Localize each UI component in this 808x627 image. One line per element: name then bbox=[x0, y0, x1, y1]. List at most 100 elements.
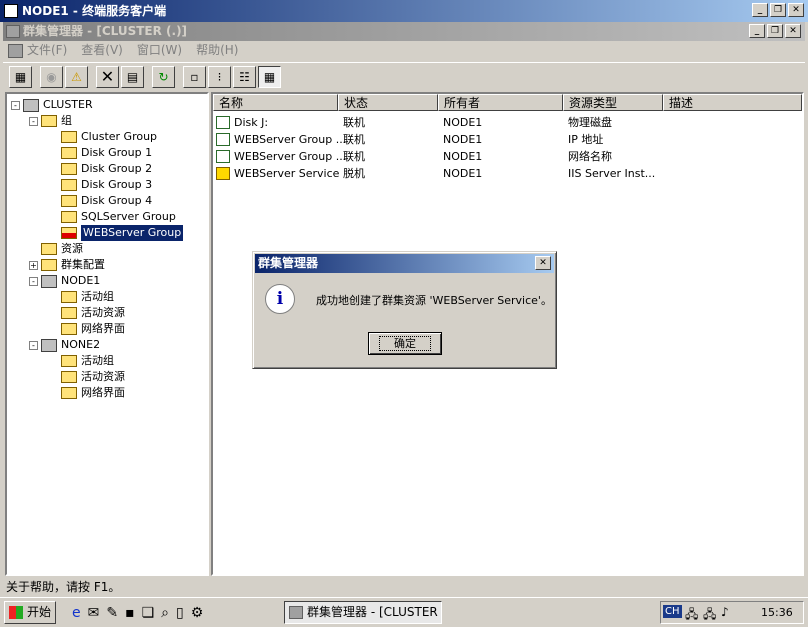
calculator-icon[interactable]: ▯ bbox=[176, 605, 184, 621]
tree-item[interactable]: 网络界面 bbox=[61, 385, 125, 401]
tree-expander[interactable]: - bbox=[11, 101, 20, 110]
tree-item[interactable]: WEBServer Group bbox=[61, 225, 184, 241]
connect-button[interactable]: ▦ bbox=[9, 65, 32, 88]
folder-icon bbox=[61, 387, 77, 399]
tree-item-label: Cluster Group bbox=[81, 130, 158, 143]
cell-type: IP 地址 bbox=[568, 133, 604, 146]
column-header-type[interactable]: 资源类型 bbox=[563, 94, 663, 111]
command-prompt-icon[interactable]: ▪ bbox=[125, 605, 135, 621]
column-header-description[interactable]: 描述 bbox=[663, 94, 802, 111]
tree-item-label: 网络界面 bbox=[81, 386, 125, 399]
outlook-icon[interactable]: ✉ bbox=[88, 605, 100, 621]
start-button[interactable]: 开始 bbox=[4, 601, 56, 624]
tree-item[interactable]: 活动资源 bbox=[61, 305, 125, 321]
tree-item[interactable]: 网络界面 bbox=[61, 321, 125, 337]
folder-icon bbox=[41, 243, 57, 255]
cell-state: 联机 bbox=[343, 133, 365, 146]
table-row[interactable]: Disk J: 联机 NODE1 物理磁盘 bbox=[213, 114, 802, 131]
table-row[interactable]: WEBServer Service 脱机 NODE1 IIS Server Inst.… bbox=[213, 165, 802, 182]
search-icon[interactable]: ⌕ bbox=[161, 605, 169, 621]
app-menu-icon[interactable] bbox=[8, 44, 23, 58]
cell-name: WEBServer Group ... bbox=[234, 150, 347, 163]
tree-item-label: 资源 bbox=[61, 242, 83, 255]
tree-item-label: 活动组 bbox=[81, 290, 114, 303]
tree-item[interactable]: Disk Group 4 bbox=[61, 193, 152, 209]
dialog-titlebar: 群集管理器 ✕ bbox=[255, 254, 554, 273]
menu-file[interactable]: 文件(F) bbox=[27, 41, 67, 60]
column-header-owner[interactable]: 所有者 bbox=[438, 94, 563, 111]
cell-state: 联机 bbox=[343, 116, 365, 129]
menu-view[interactable]: 查看(V) bbox=[81, 41, 123, 60]
list-view-button[interactable]: ☷ bbox=[233, 65, 256, 88]
tree-item-label: NODE1 bbox=[61, 274, 101, 287]
menu-window[interactable]: 窗口(W) bbox=[137, 41, 182, 60]
tree-item[interactable]: 活动组 bbox=[61, 353, 114, 369]
folder-icon bbox=[61, 323, 77, 335]
mdi-restore-button[interactable]: ❐ bbox=[767, 24, 783, 38]
tree-expander[interactable]: - bbox=[29, 277, 38, 286]
table-row[interactable]: WEBServer Group ... 联机 NODE1 网络名称 bbox=[213, 148, 802, 165]
tree-item[interactable]: 组 bbox=[41, 113, 72, 129]
menu-help[interactable]: 帮助(H) bbox=[196, 41, 238, 60]
tree-item[interactable]: 活动资源 bbox=[61, 369, 125, 385]
settings-icon[interactable]: ⚙ bbox=[191, 605, 204, 621]
delete-button[interactable]: ✕ bbox=[96, 65, 119, 88]
bring-online-button[interactable]: ◉ bbox=[40, 65, 63, 88]
tree-item[interactable]: 活动组 bbox=[61, 289, 114, 305]
tree-item-label: 活动资源 bbox=[81, 306, 125, 319]
taskbar-cluster-admin-button[interactable]: 群集管理器 - [CLUSTER ... bbox=[284, 601, 442, 624]
restore-button[interactable]: ❐ bbox=[770, 3, 786, 17]
status-bar: 关于帮助，请按 F1。 bbox=[6, 580, 121, 594]
table-row[interactable]: WEBServer Group ... 联机 NODE1 IP 地址 bbox=[213, 131, 802, 148]
cell-name: WEBServer Group ... bbox=[234, 133, 347, 146]
cell-name: Disk J: bbox=[234, 116, 269, 129]
tree-item[interactable]: SQLServer Group bbox=[61, 209, 176, 225]
resource-online-icon bbox=[216, 133, 230, 146]
network-icon-2[interactable]: 🖧 bbox=[703, 605, 716, 626]
cell-type: 网络名称 bbox=[568, 150, 612, 163]
folder-icon bbox=[61, 291, 77, 303]
tree-item[interactable]: Disk Group 2 bbox=[61, 161, 152, 177]
tree-item-label: 组 bbox=[61, 114, 72, 127]
take-offline-button[interactable]: ⚠ bbox=[65, 65, 88, 88]
minimize-button[interactable]: _ bbox=[752, 3, 768, 17]
task-label: 群集管理器 - [CLUSTER ... bbox=[307, 605, 442, 619]
toolbar: ▦ ◉ ⚠ ✕ ▤ ↻ ▫ ⁝ ☷ ▦ bbox=[3, 62, 805, 90]
tree-item[interactable]: CLUSTER bbox=[23, 97, 93, 113]
column-header-state[interactable]: 状态 bbox=[338, 94, 438, 111]
folder-icon bbox=[41, 259, 57, 271]
tree-item[interactable]: NONE2 bbox=[41, 337, 100, 353]
refresh-button[interactable]: ↻ bbox=[152, 65, 175, 88]
documents-icon[interactable]: ❏ bbox=[142, 605, 155, 621]
tree-item[interactable]: 群集配置 bbox=[41, 257, 105, 273]
small-icons-button[interactable]: ⁝ bbox=[208, 65, 231, 88]
language-indicator[interactable]: CH bbox=[663, 605, 682, 618]
tree-item[interactable]: Cluster Group bbox=[61, 129, 157, 145]
tree-expander[interactable]: + bbox=[29, 261, 38, 270]
server-icon bbox=[41, 338, 57, 352]
cell-type: IIS Server Inst... bbox=[568, 167, 656, 180]
ok-button[interactable]: 确定 bbox=[368, 332, 442, 355]
tree-item-label: NONE2 bbox=[61, 338, 101, 351]
dialog-close-button[interactable]: ✕ bbox=[535, 256, 551, 270]
message-dialog: 群集管理器 ✕ i 成功地创建了群集资源 'WEBServer Service'… bbox=[252, 251, 557, 369]
properties-button[interactable]: ▤ bbox=[121, 65, 144, 88]
network-icon[interactable]: 🖧 bbox=[685, 605, 698, 626]
tree-expander[interactable]: - bbox=[29, 117, 38, 126]
column-header-name[interactable]: 名称 bbox=[213, 94, 338, 111]
ie-icon[interactable]: e bbox=[72, 605, 81, 621]
tree-item-label: Disk Group 1 bbox=[81, 146, 153, 159]
notepad-icon[interactable]: ✎ bbox=[106, 605, 118, 621]
mdi-close-button[interactable]: ✕ bbox=[785, 24, 801, 38]
tree-item[interactable]: 资源 bbox=[41, 241, 83, 257]
tree-expander[interactable]: - bbox=[29, 341, 38, 350]
large-icons-button[interactable]: ▫ bbox=[183, 65, 206, 88]
tree-item[interactable]: Disk Group 1 bbox=[61, 145, 152, 161]
tree-item[interactable]: NODE1 bbox=[41, 273, 100, 289]
information-icon: i bbox=[265, 284, 295, 314]
mdi-minimize-button[interactable]: _ bbox=[749, 24, 765, 38]
details-view-button[interactable]: ▦ bbox=[258, 65, 281, 88]
volume-icon[interactable]: ♪ bbox=[721, 605, 729, 619]
tree-item[interactable]: Disk Group 3 bbox=[61, 177, 152, 193]
close-button[interactable]: ✕ bbox=[788, 3, 804, 17]
